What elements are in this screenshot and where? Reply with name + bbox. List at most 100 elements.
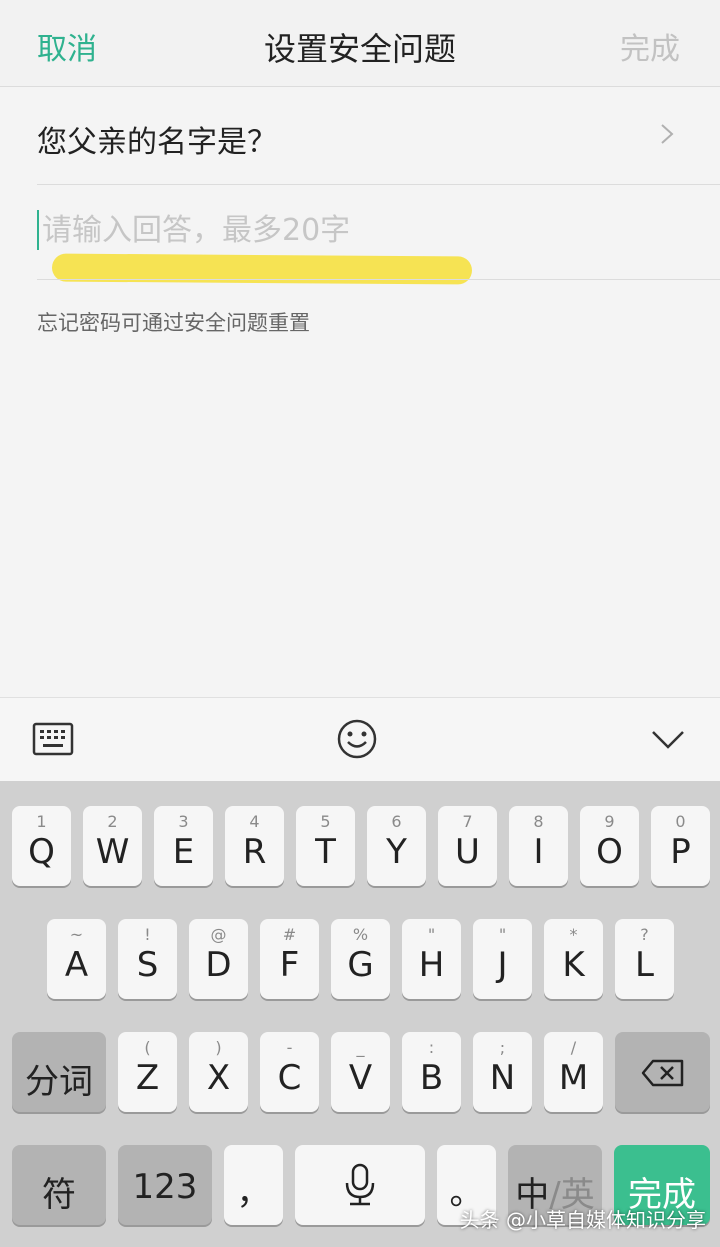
segment-label: 分词 [25,1062,93,1102]
emoji-icon[interactable] [336,718,378,760]
key-q[interactable]: 1Q [12,806,71,886]
key-label: S [136,945,159,985]
key-label: Y [386,832,407,872]
comma-key[interactable]: ， [224,1145,283,1225]
key-hint: ? [640,925,649,944]
key-x[interactable]: ) X [189,1032,248,1112]
key-hint: * [569,925,578,944]
key-label: C [277,1058,302,1098]
key-label: F [279,945,300,985]
key-label: Q [28,832,55,872]
keyboard-toolbar [0,697,720,782]
key-l[interactable]: ? L [615,919,674,999]
key-hint: " [498,925,507,944]
answer-input[interactable] [42,205,682,255]
key-a[interactable]: ~ A [47,919,106,999]
key-label: M [558,1058,589,1098]
key-r[interactable]: 4R [225,806,284,886]
symbols-key[interactable]: 符 [12,1145,106,1225]
key-o[interactable]: 9O [580,806,639,886]
question-label: 您父亲的名字是？ [37,125,277,160]
symbols-label: 符 [42,1175,76,1215]
key-k[interactable]: * K [544,919,603,999]
key-label: A [64,945,89,985]
key-label: K [562,945,585,985]
key-label: X [206,1058,231,1098]
key-label: U [455,832,480,872]
key-p[interactable]: 0P [651,806,710,886]
cancel-button[interactable]: 取消 [37,24,97,68]
nav-bar: 设置安全问题 取消 完成 [0,0,720,87]
key-z[interactable]: (Z [118,1032,177,1112]
numbers-key[interactable]: 123 [118,1145,212,1225]
watermark: 头条 @小草自媒体知识分享 [459,1208,706,1232]
collapse-chevron-icon[interactable] [650,728,686,752]
key-hint: 1 [36,812,47,831]
key-label: E [172,832,195,872]
key-m[interactable]: / M [544,1032,603,1112]
key-hint: 9 [604,812,615,831]
comma-label: ， [236,1173,271,1213]
key-w[interactable]: 2W [83,806,142,886]
key-label: B [419,1058,444,1098]
divider [37,279,720,280]
backspace-icon [641,1059,684,1087]
key-hint: ( [144,1038,151,1057]
key-t[interactable]: 5T [296,806,355,886]
voice-input-key[interactable] [295,1145,425,1225]
key-label: N [489,1058,516,1098]
key-hint: 5 [320,812,331,831]
key-label: G [347,945,374,985]
key-i[interactable]: 8I [509,806,568,886]
soft-keyboard: 1Q 2W 3E 4R 5T 6Y 7U 8I 9O 0P ~ A ! S @ D #… [0,781,720,1247]
key-e[interactable]: 3E [154,806,213,886]
microphone-icon [345,1163,375,1206]
key-v[interactable]: _ V [331,1032,390,1112]
key-hint: @ [210,925,227,944]
chevron-right-icon [661,124,674,144]
key-hint: - [286,1038,293,1057]
key-label: P [670,832,691,872]
key-y[interactable]: 6Y [367,806,426,886]
numbers-label: 123 [132,1167,198,1207]
key-hint: 8 [533,812,544,831]
key-label: W [95,832,130,872]
key-hint: ; [499,1038,506,1057]
segment-key[interactable]: 分词 [12,1032,106,1112]
backspace-key[interactable] [615,1032,710,1112]
key-n[interactable]: ; N [473,1032,532,1112]
key-h[interactable]: " H [402,919,461,999]
key-hint: 7 [462,812,473,831]
key-label: H [418,945,445,985]
key-c[interactable]: -C [260,1032,319,1112]
key-label: D [205,945,232,985]
done-button[interactable]: 完成 [620,24,680,68]
key-hint: / [570,1038,577,1057]
key-f[interactable]: # F [260,919,319,999]
key-hint: : [428,1038,435,1057]
key-d[interactable]: @ D [189,919,248,999]
key-hint: ~ [69,925,84,944]
key-j[interactable]: " J [473,919,532,999]
key-hint: 4 [249,812,260,831]
key-label: R [242,832,267,872]
key-label: L [635,945,654,985]
key-b[interactable]: :B [402,1032,461,1112]
key-hint: 6 [391,812,402,831]
key-hint: ) [215,1038,222,1057]
page-title: 设置安全问题 [263,30,456,68]
key-hint: 2 [107,812,118,831]
key-label: Z [135,1058,160,1098]
key-hint: " [427,925,436,944]
key-hint: ! [144,925,151,944]
key-hint: # [282,925,297,944]
key-label: J [497,945,508,985]
question-selector[interactable]: 您父亲的名字是？ [0,87,720,184]
key-g[interactable]: % G [331,919,390,999]
key-hint: _ [356,1038,365,1057]
text-caret [37,210,39,250]
key-label: V [348,1058,373,1098]
keyboard-icon[interactable] [32,722,74,756]
key-u[interactable]: 7U [438,806,497,886]
key-s[interactable]: ! S [118,919,177,999]
